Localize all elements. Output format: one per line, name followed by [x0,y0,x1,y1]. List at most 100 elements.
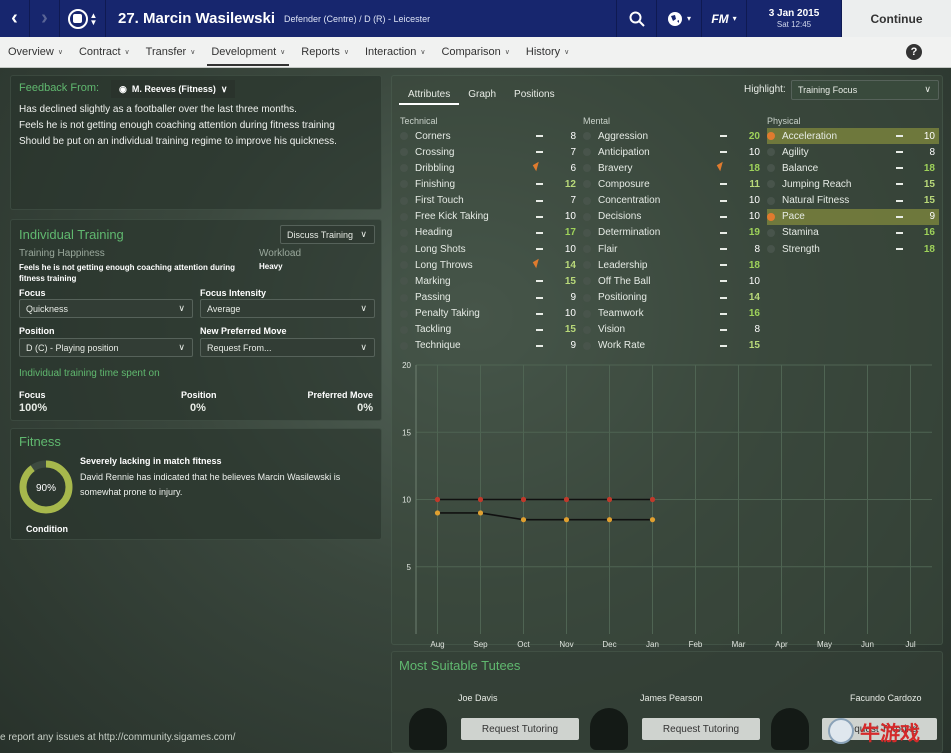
attribute-dot-icon [400,261,408,270]
attribute-row[interactable]: Tackling 15 [400,322,580,338]
chart-y-tick: 15 [402,428,411,437]
attribute-name: Technique [415,340,461,352]
menu-development[interactable]: Development ∨ [203,37,293,68]
attribute-row[interactable]: Stamina 16 [767,225,939,241]
attribute-value: 10 [748,211,760,223]
attribute-row[interactable]: Composure 11 [583,176,763,192]
focus-time-label: Focus [19,390,46,400]
chevron-down-icon: ∨ [420,49,426,56]
chart-x-tick: Apr [775,640,788,649]
attribute-value: 10 [923,130,935,142]
attribute-row[interactable]: Corners 8 [400,128,580,144]
feedback-line: Feels he is not getting enough coaching … [19,120,335,131]
attribute-row[interactable]: Aggression 20 [583,128,763,144]
workload-label: Workload [259,248,302,259]
help-icon[interactable]: ? [906,44,922,60]
attribute-row[interactable]: Determination 19 [583,225,763,241]
attribute-chart: 20 15 10 5 Aug Sep Oct Nov Dec Jan Feb Mar Apr May Jun… [402,361,932,649]
attribute-name: Determination [598,227,661,239]
attribute-row[interactable]: Dribbling 6 [400,160,580,176]
back-arrow-icon[interactable]: ‹ [0,0,30,37]
menu-comparison[interactable]: Comparison ∨ [433,37,517,68]
globe-icon[interactable]: ▾ [656,0,701,37]
attribute-dot-icon [400,245,408,254]
dash-icon [536,215,543,218]
attribute-row[interactable]: Agility 8 [767,144,939,160]
attribute-name: Acceleration [782,130,838,142]
chart-x-tick: Oct [517,640,530,649]
attribute-row[interactable]: Balance 18 [767,160,939,176]
attribute-row[interactable]: Technique 9 [400,338,580,354]
focus-time-value: 100% [19,402,48,414]
attribute-row[interactable]: Strength 18 [767,241,939,257]
chart-y-tick: 10 [402,496,411,505]
club-crest-icon[interactable]: ▲ ▼ [60,0,106,37]
attribute-row[interactable]: Work Rate 15 [583,338,763,354]
focus-dropdown[interactable]: Quickness ∨ [19,299,193,318]
tab-positions[interactable]: Positions [505,83,564,105]
position-time-label: Position [181,390,217,400]
continue-button[interactable]: Continue [841,0,951,37]
attribute-row[interactable]: Acceleration 10 [767,128,939,144]
tab-label: Graph [468,89,497,100]
attribute-row[interactable]: Free Kick Taking 10 [400,209,580,225]
tab-attributes[interactable]: Attributes [399,83,460,105]
dash-icon [896,183,903,186]
fm-menu-button[interactable]: FM ▾ [701,0,746,37]
menu-contract[interactable]: Contract ∨ [71,37,138,68]
request-tutoring-button[interactable]: Request Tutoring [461,718,579,740]
chart-point [606,496,613,503]
menu-overview[interactable]: Overview ∨ [0,37,71,68]
attribute-value: 10 [564,243,576,255]
attribute-row[interactable]: Passing 9 [400,290,580,306]
request-tutoring-button[interactable]: Request Tutoring [642,718,760,740]
menu-interaction[interactable]: Interaction ∨ [357,37,434,68]
attribute-row[interactable]: Vision 8 [583,322,763,338]
attribute-row[interactable]: Pace 9 [767,208,939,225]
attribute-row[interactable]: Flair 8 [583,241,763,257]
attribute-row[interactable]: Heading 17 [400,225,580,241]
tab-graph[interactable]: Graph [459,83,505,105]
attribute-row[interactable]: Jumping Reach 15 [767,176,939,192]
coach-selector[interactable]: ◉ M. Reeves (Fitness) ∨ [111,80,236,98]
request-tutoring-button[interactable]: Request Tutoring [822,718,937,740]
chevron-down-icon: ∨ [343,49,349,56]
feedback-line: Has declined slightly as a footballer ov… [19,104,297,115]
menu-reports[interactable]: Reports ∨ [293,37,357,68]
menu-label: Comparison [441,46,501,58]
time-text: Sat 12:45 [776,19,812,29]
discuss-training-button[interactable]: Discuss Training ∨ [280,225,375,244]
attribute-row[interactable]: Teamwork 16 [583,306,763,322]
attribute-row[interactable]: Decisions 10 [583,209,763,225]
attribute-dot-icon [767,212,775,221]
intensity-dropdown[interactable]: Average ∨ [200,299,375,318]
chart-x-tick: Aug [430,640,444,649]
attribute-row[interactable]: Bravery 18 [583,160,763,176]
intensity-value: Average [207,303,241,314]
attribute-value: 18 [923,162,935,174]
attribute-row[interactable]: Positioning 14 [583,290,763,306]
highlight-dropdown[interactable]: Training Focus ∨ [791,80,939,100]
attribute-row[interactable]: Concentration 10 [583,193,763,209]
attribute-row[interactable]: Long Throws 14 [400,257,580,273]
position-dropdown[interactable]: D (C) - Playing position ∨ [19,338,193,357]
menu-history[interactable]: History ∨ [518,37,577,68]
attribute-row[interactable]: Natural Fitness 15 [767,193,939,209]
attribute-row[interactable]: Off The Ball 10 [583,273,763,289]
attribute-name: Finishing [415,178,456,190]
attribute-row[interactable]: Long Shots 10 [400,241,580,257]
attribute-row[interactable]: First Touch 7 [400,193,580,209]
forward-arrow-icon[interactable]: › [30,0,60,37]
date-display[interactable]: 3 Jan 2015 Sat 12:45 [746,0,841,37]
search-icon[interactable] [616,0,656,37]
attribute-row[interactable]: Anticipation 10 [583,144,763,160]
attribute-row[interactable]: Marking 15 [400,273,580,289]
attribute-row[interactable]: Leadership 18 [583,257,763,273]
attribute-value: 17 [564,227,576,239]
attribute-dot-icon [583,148,591,157]
attribute-row[interactable]: Finishing 12 [400,176,580,192]
menu-transfer[interactable]: Transfer ∨ [138,37,204,68]
attribute-row[interactable]: Penalty Taking 10 [400,306,580,322]
preferred-move-dropdown[interactable]: Request From... ∨ [200,338,375,357]
attribute-row[interactable]: Crossing 7 [400,144,580,160]
